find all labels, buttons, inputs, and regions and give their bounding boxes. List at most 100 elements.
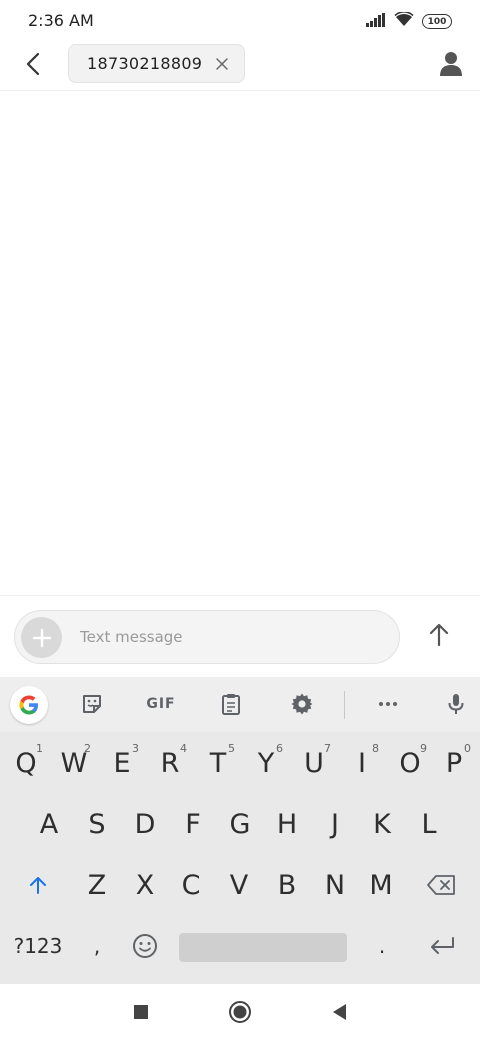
google-button[interactable] (10, 686, 48, 724)
key-label: K (373, 808, 391, 840)
sticker-button[interactable] (78, 690, 106, 718)
key-f[interactable]: F (169, 797, 217, 851)
key-label: F (185, 808, 201, 840)
key-v[interactable]: V (215, 858, 263, 912)
key-label: , (93, 934, 101, 958)
recents-square-icon (134, 1005, 148, 1019)
conversation-header: 18730218809 (0, 42, 480, 91)
key-hint: 9 (420, 742, 427, 755)
key-label: X (135, 869, 155, 901)
battery-icon: 100 (422, 14, 452, 29)
back-button[interactable] (20, 50, 48, 78)
key-label: H (276, 808, 298, 840)
key-n[interactable]: N (311, 858, 359, 912)
key-y[interactable]: Y6 (242, 736, 290, 790)
key-q[interactable]: Q1 (2, 736, 50, 790)
key-g[interactable]: G (216, 797, 264, 851)
gif-icon: GIF (146, 696, 176, 712)
key-k[interactable]: K (358, 797, 406, 851)
backspace-key[interactable] (418, 858, 466, 912)
comma-key[interactable]: , (73, 919, 121, 973)
key-label: D (134, 808, 156, 840)
settings-button[interactable] (288, 690, 316, 718)
key-label: O (399, 747, 421, 779)
shift-arrow-icon (30, 877, 46, 894)
key-hint: 6 (276, 742, 283, 755)
enter-key[interactable] (418, 919, 466, 973)
key-u[interactable]: U7 (290, 736, 338, 790)
key-o[interactable]: O9 (386, 736, 434, 790)
contact-button[interactable] (438, 50, 464, 78)
key-hint: 0 (464, 742, 471, 755)
sticker-icon (83, 695, 101, 713)
key-i[interactable]: I8 (338, 736, 386, 790)
key-l[interactable]: L (405, 797, 453, 851)
close-icon (216, 58, 228, 70)
key-label: M (369, 869, 393, 901)
period-key[interactable]: . (358, 919, 406, 973)
remove-recipient-button[interactable] (214, 56, 230, 72)
emoji-key[interactable] (121, 919, 169, 973)
key-b[interactable]: B (263, 858, 311, 912)
key-label: Z (87, 869, 107, 901)
toolbar-divider (344, 691, 345, 719)
home-button[interactable] (228, 1000, 252, 1024)
key-c[interactable]: C (167, 858, 215, 912)
home-circle-icon (229, 1001, 251, 1023)
add-attachment-button[interactable] (21, 617, 62, 658)
key-d[interactable]: D (121, 797, 169, 851)
key-label: Q (15, 747, 37, 779)
key-label: A (39, 808, 59, 840)
clipboard-button[interactable] (217, 690, 245, 718)
message-input[interactable] (80, 611, 380, 663)
key-t[interactable]: T5 (194, 736, 242, 790)
key-h[interactable]: H (263, 797, 311, 851)
key-label: V (229, 869, 249, 901)
back-nav-button[interactable] (327, 1000, 351, 1024)
status-bar: 2:36 AM 100 (0, 0, 480, 42)
recipient-chip[interactable]: 18730218809 (68, 44, 245, 83)
status-icons: 100 (366, 11, 452, 31)
key-m[interactable]: M (357, 858, 405, 912)
send-button[interactable] (424, 620, 454, 650)
emoji-smile-icon (133, 934, 157, 958)
key-label: S (88, 808, 106, 840)
key-z[interactable]: Z (73, 858, 121, 912)
voice-input-button[interactable] (442, 690, 470, 718)
more-button[interactable] (374, 690, 402, 718)
key-label: P (445, 747, 463, 779)
key-label: ?123 (13, 934, 63, 958)
status-time: 2:36 AM (28, 11, 94, 30)
key-a[interactable]: A (25, 797, 73, 851)
key-label: N (324, 869, 346, 901)
compose-field (14, 610, 400, 664)
key-label: B (277, 869, 297, 901)
key-label: C (181, 869, 201, 901)
key-p[interactable]: P0 (430, 736, 478, 790)
key-label: T (209, 747, 227, 779)
key-x[interactable]: X (121, 858, 169, 912)
key-label: E (113, 747, 131, 779)
key-s[interactable]: S (73, 797, 121, 851)
key-j[interactable]: J (311, 797, 359, 851)
signal-icon (366, 12, 386, 31)
symbols-key[interactable]: ?123 (10, 919, 66, 973)
shift-key[interactable] (14, 858, 62, 912)
key-hint: 4 (180, 742, 187, 755)
more-dots-icon (379, 702, 397, 706)
key-label: R (160, 747, 180, 779)
gif-button[interactable]: GIF (141, 690, 181, 718)
keyboard-toolbar: GIF (0, 677, 480, 732)
settings-gear-icon (291, 693, 313, 715)
system-nav-bar (0, 983, 480, 1040)
key-hint: 2 (84, 742, 91, 755)
key-label: J (331, 808, 339, 840)
key-e[interactable]: E3 (98, 736, 146, 790)
key-label: Y (257, 747, 275, 779)
back-arrow-icon (26, 52, 40, 76)
key-r[interactable]: R4 (146, 736, 194, 790)
space-key[interactable] (179, 933, 347, 962)
recents-button[interactable] (129, 1000, 153, 1024)
microphone-icon (448, 694, 464, 714)
key-w[interactable]: W2 (50, 736, 98, 790)
